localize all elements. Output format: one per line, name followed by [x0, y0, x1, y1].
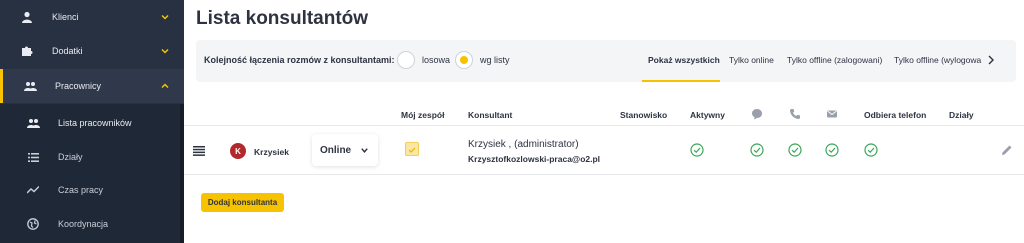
sidebar-subitem-label: Działy	[58, 152, 83, 162]
sidebar-subitem-czas-pracy[interactable]: Czas pracy	[0, 173, 180, 207]
mail-check-icon[interactable]	[825, 143, 839, 157]
header-my-team: Mój zespół	[401, 110, 445, 120]
puzzle-icon	[20, 44, 34, 58]
sidebar-item-klienci[interactable]: Klienci	[0, 0, 184, 34]
sidebar-subitem-label: Koordynacja	[58, 219, 109, 229]
radio-label-losowa: losowa	[422, 55, 451, 65]
check-icon	[408, 147, 416, 153]
sidebar-item-dodatki[interactable]: Dodatki	[0, 34, 184, 68]
header-answers-phone: Odbiera telefon	[864, 110, 927, 120]
drag-handle-icon[interactable]	[193, 146, 205, 156]
answers-phone-check-icon[interactable]	[864, 143, 878, 157]
sidebar-subitem-dzialy[interactable]: Działy	[0, 140, 180, 174]
header-position: Stanowisko	[620, 110, 668, 120]
sidebar-item-label: Pracownicy	[55, 81, 102, 91]
chevron-down-icon	[361, 148, 368, 153]
app-root: Klienci Dodatki Pracownicy Lista pracown…	[0, 0, 1024, 243]
sidebar-submenu: Lista pracowników Działy Czas pracy Koor…	[0, 104, 180, 243]
list-icon	[26, 150, 40, 164]
status-value: Online	[320, 145, 352, 156]
header-consultant: Konsultant	[468, 110, 513, 120]
chevron-right-icon[interactable]	[986, 54, 996, 66]
tab-tylko-online[interactable]: Tylko online	[729, 55, 774, 65]
header-departments: Działy	[949, 110, 974, 120]
person-icon	[20, 10, 34, 24]
chevron-up-icon	[161, 83, 169, 89]
active-tab-indicator	[642, 80, 720, 82]
chat-check-icon[interactable]	[750, 143, 764, 157]
table-row	[184, 125, 1024, 175]
sidebar-subitem-koordynacja[interactable]: Koordynacja	[0, 207, 180, 241]
consultant-name: Krzysiek , (administrator)	[468, 139, 579, 150]
status-select[interactable]: Online	[312, 134, 378, 166]
phone-check-icon[interactable]	[788, 143, 802, 157]
my-team-checkbox[interactable]	[405, 142, 419, 156]
header-active: Aktywny	[690, 110, 725, 120]
tab-tylko-offline-zalogowani[interactable]: Tylko offline (zalogowani)	[787, 55, 882, 65]
group-icon	[23, 79, 37, 93]
add-consultant-button[interactable]: Dodaj konsultanta	[201, 193, 284, 212]
sidebar-subitem-label: Lista pracowników	[58, 118, 132, 128]
consultant-email: Krzysztofkozlowski-praca@o2.pl	[468, 154, 601, 164]
avatar: K	[230, 143, 246, 159]
page-title: Lista konsultantów	[196, 8, 369, 29]
tabs-strip: Pokaż wszystkich Tylko online Tylko offl…	[636, 40, 984, 82]
tab-tylko-offline-wylogowani[interactable]: Tylko offline (wylogowa	[894, 55, 981, 65]
chevron-down-icon	[161, 14, 169, 20]
radio-wg-listy[interactable]	[455, 51, 473, 69]
user-name: Krzysiek	[254, 147, 289, 157]
sidebar-subitem-label: Czas pracy	[58, 185, 104, 195]
radio-label-wg-listy: wg listy	[480, 55, 510, 65]
active-check-icon[interactable]	[690, 143, 704, 157]
order-filter-bar: Kolejność łączenia rozmów z konsultantam…	[196, 40, 1016, 82]
chevron-down-icon	[161, 48, 169, 54]
trend-icon	[26, 183, 40, 197]
sidebar: Klienci Dodatki Pracownicy Lista pracown…	[0, 0, 184, 243]
sidebar-item-label: Dodatki	[52, 46, 83, 56]
sidebar-item-pracownicy[interactable]: Pracownicy	[0, 69, 184, 103]
sidebar-item-label: Klienci	[52, 12, 79, 22]
radio-losowa[interactable]	[397, 51, 415, 69]
mail-icon	[827, 110, 837, 118]
edit-icon[interactable]	[1001, 144, 1013, 156]
sidebar-subitem-lista-pracownikow[interactable]: Lista pracowników	[0, 106, 180, 140]
group-icon	[26, 116, 40, 130]
tab-pokaz-wszystkich[interactable]: Pokaż wszystkich	[648, 55, 720, 65]
phone-icon	[790, 109, 800, 119]
order-label: Kolejność łączenia rozmów z konsultantam…	[204, 55, 395, 65]
chat-icon	[752, 109, 762, 120]
globe-icon	[26, 217, 40, 231]
